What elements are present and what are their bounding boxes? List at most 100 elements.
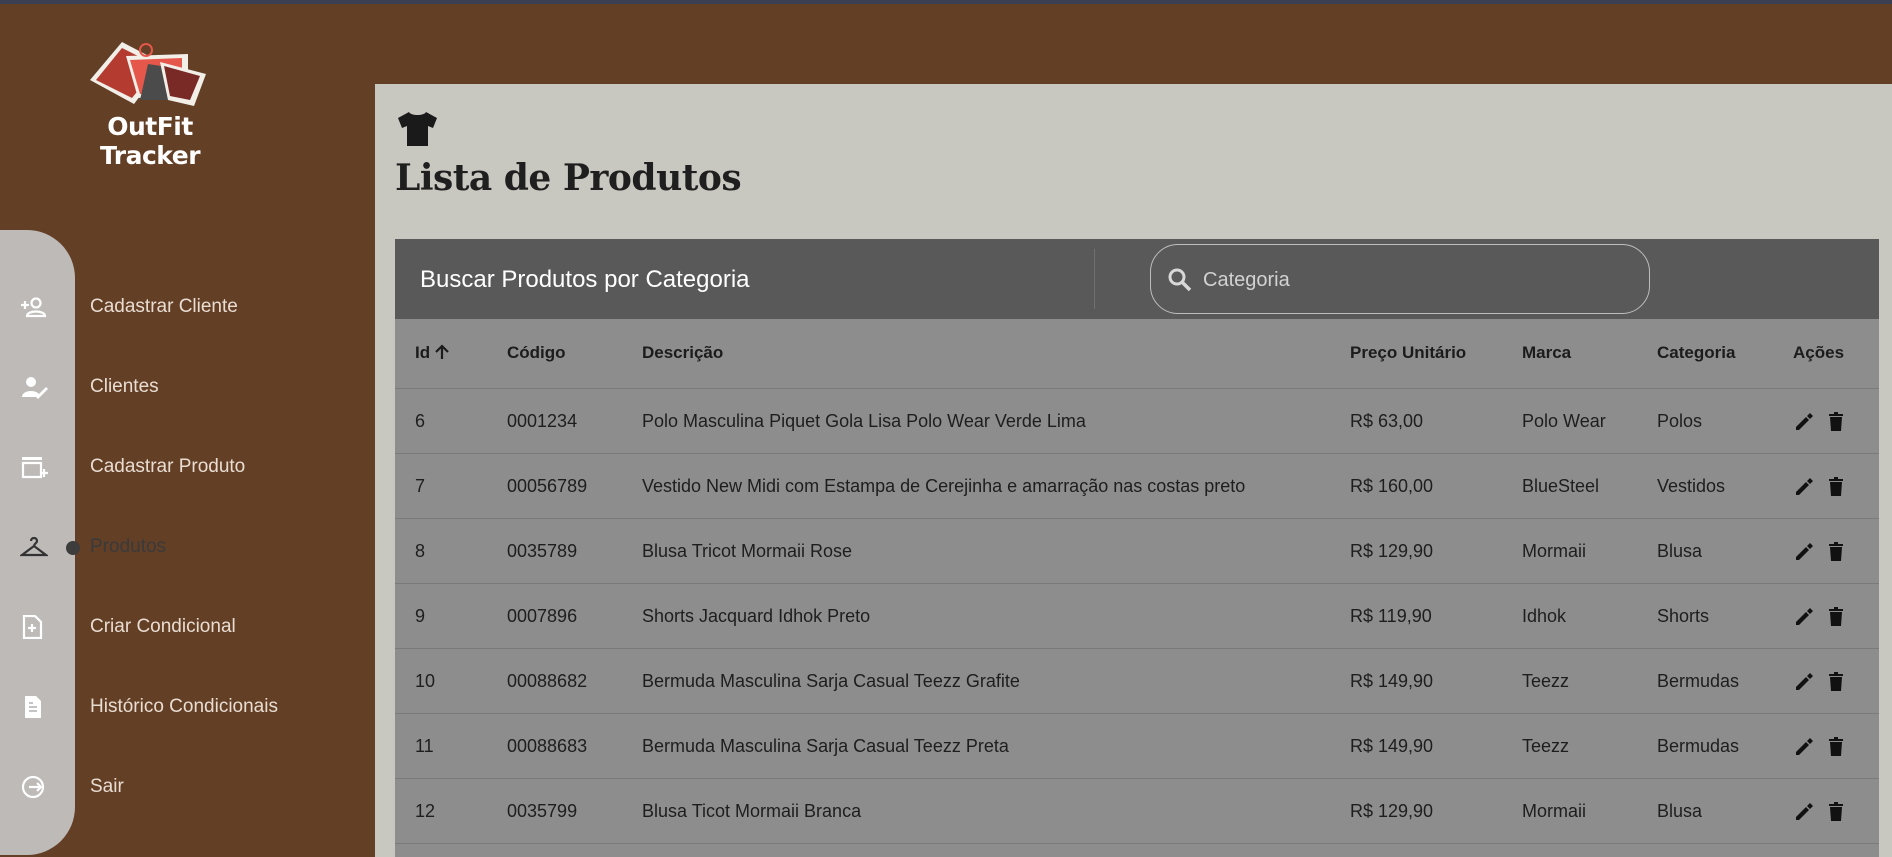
- table-row[interactable]: 11 00088683 Bermuda Masculina Sarja Casual…: [395, 714, 1879, 779]
- cell-codigo: 0007896: [507, 606, 578, 626]
- cell-id: 7: [415, 476, 426, 496]
- window-top-border: [0, 0, 1892, 4]
- page-title: Lista de Produtos: [395, 157, 742, 199]
- cell-descricao: Shorts Jacquard Idhok Preto: [642, 606, 871, 626]
- cell-codigo: 0001234: [507, 411, 578, 431]
- cell-categoria: Bermudas: [1657, 736, 1740, 756]
- column-header-categoria[interactable]: Categoria: [1657, 343, 1735, 363]
- cell-preco: R$ 149,90: [1350, 736, 1434, 756]
- edit-icon[interactable]: [1793, 736, 1815, 758]
- sidebar-item-produtos[interactable]: Produtos: [0, 522, 375, 572]
- sidebar-item-label: Cadastrar Produto: [90, 456, 246, 477]
- cell-id: 8: [415, 541, 426, 561]
- cell-descricao: Blusa Ticot Mormaii Branca: [642, 801, 862, 821]
- cell-id: 6: [415, 411, 426, 431]
- cell-descricao: Polo Masculina Piquet Gola Lisa Polo Wea…: [642, 411, 1086, 431]
- hanger-icon: [20, 536, 48, 557]
- toolbar-divider: [1094, 249, 1095, 309]
- table-row[interactable]: 8 0035789 Blusa Tricot Mormaii Rose R$ 129,…: [395, 519, 1879, 584]
- category-search-field[interactable]: [1150, 244, 1650, 314]
- app-name: OutFit Tracker: [99, 112, 201, 170]
- cell-codigo: 0035799: [507, 801, 578, 821]
- table-toolbar: Buscar Produtos por Categoria: [395, 239, 1879, 319]
- cell-marca: Idhok: [1522, 606, 1567, 626]
- cell-preco: R$ 149,90: [1350, 671, 1434, 691]
- table-row[interactable]: 9 0007896 Shorts Jacquard Idhok Preto R$ 11…: [395, 584, 1879, 649]
- delete-icon[interactable]: [1825, 671, 1847, 693]
- cell-codigo: 00088683: [507, 736, 588, 756]
- column-header-id[interactable]: Id: [415, 343, 451, 363]
- table-row[interactable]: 7 00056789 Vestido New Midi com Estampa de…: [395, 454, 1879, 519]
- column-header-marca[interactable]: Marca: [1522, 343, 1571, 363]
- column-header-label: Id: [415, 343, 431, 362]
- sort-arrow-up-icon[interactable]: [433, 343, 451, 361]
- cell-descricao: Blusa Tricot Mormaii Rose: [642, 541, 853, 561]
- table-row[interactable]: 10 00088682 Bermuda Masculina Sarja Casual…: [395, 649, 1879, 714]
- edit-icon[interactable]: [1793, 606, 1815, 628]
- edit-icon[interactable]: [1793, 411, 1815, 433]
- cell-id: 10: [415, 671, 436, 691]
- cell-categoria: Blusa: [1657, 541, 1703, 561]
- delete-icon[interactable]: [1825, 606, 1847, 628]
- cell-marca: Teezz: [1522, 671, 1570, 691]
- sidebar-item-criar-condicional[interactable]: Criar Condicional: [0, 602, 375, 652]
- person-add-icon: [21, 297, 47, 318]
- column-header-acoes: Ações: [1793, 343, 1845, 362]
- table-row[interactable]: 6 0001234 Polo Masculina Piquet Gola Lisa …: [395, 389, 1879, 454]
- column-header-descricao[interactable]: Descrição: [642, 343, 723, 363]
- column-header-preco[interactable]: Preço Unitário: [1350, 343, 1466, 363]
- app-logo[interactable]: OutFit Tracker: [60, 34, 240, 170]
- sidebar-item-sair[interactable]: Sair: [0, 762, 375, 812]
- logo-icon: [90, 42, 206, 106]
- delete-icon[interactable]: [1825, 541, 1847, 563]
- delete-icon[interactable]: [1825, 476, 1847, 498]
- sidebar-item-label: Sair: [90, 776, 124, 797]
- top-header: [375, 4, 1892, 84]
- sidebar: OutFit Tracker Cadastrar Cliente Cliente…: [0, 4, 375, 857]
- cell-codigo: 0035789: [507, 541, 578, 561]
- sidebar-item-label: Criar Condicional: [90, 616, 236, 637]
- delete-icon[interactable]: [1825, 801, 1847, 823]
- edit-icon[interactable]: [1793, 476, 1815, 498]
- cell-marca: Mormaii: [1522, 801, 1587, 821]
- table-header: Id Código Descrição Preço Unitário Marca…: [395, 319, 1879, 389]
- cell-descricao: Bermuda Masculina Sarja Casual Teezz Gra…: [642, 671, 1020, 691]
- sidebar-item-label: Cadastrar Cliente: [90, 296, 238, 317]
- active-indicator: [66, 541, 80, 555]
- cell-marca: Polo Wear: [1522, 411, 1606, 431]
- edit-icon[interactable]: [1793, 541, 1815, 563]
- sidebar-item-label: Clientes: [90, 376, 159, 397]
- cell-marca: Teezz: [1522, 736, 1570, 756]
- person-edit-icon: [22, 377, 48, 399]
- cell-descricao: Bermuda Masculina Sarja Casual Teezz Pre…: [642, 736, 1009, 756]
- sidebar-item-label: Produtos: [90, 536, 167, 557]
- edit-icon[interactable]: [1793, 801, 1815, 823]
- cell-marca: BlueSteel: [1522, 476, 1600, 496]
- history-doc-icon: [25, 696, 41, 718]
- sidebar-item-label: Histórico Condicionais: [90, 696, 278, 717]
- cell-preco: R$ 129,90: [1350, 541, 1434, 561]
- cell-marca: Mormaii: [1522, 541, 1587, 561]
- delete-icon[interactable]: [1825, 736, 1847, 758]
- cell-preco: R$ 63,00: [1350, 411, 1424, 431]
- cell-id: 11: [415, 736, 434, 756]
- store-add-icon: [21, 457, 48, 479]
- column-header-codigo[interactable]: Código: [507, 343, 566, 363]
- cell-codigo: 00056789: [507, 476, 588, 496]
- category-search-input[interactable]: [1203, 265, 1623, 295]
- note-add-icon: [22, 615, 43, 639]
- sidebar-item-historico-condicionais[interactable]: Histórico Condicionais: [0, 682, 375, 732]
- delete-icon[interactable]: [1825, 411, 1847, 433]
- cell-id: 12: [415, 801, 436, 821]
- cell-categoria: Polos: [1657, 411, 1703, 431]
- logout-icon: [21, 775, 45, 799]
- sidebar-item-cadastrar-produto[interactable]: Cadastrar Produto: [0, 442, 375, 492]
- edit-icon[interactable]: [1793, 671, 1815, 693]
- sidebar-item-clientes[interactable]: Clientes: [0, 362, 375, 412]
- cell-preco: R$ 129,90: [1350, 801, 1434, 821]
- table-row[interactable]: 12 0035799 Blusa Ticot Mormaii Branca R$ 12…: [395, 779, 1879, 844]
- cell-preco: R$ 119,90: [1350, 606, 1432, 626]
- cell-categoria: Vestidos: [1657, 476, 1726, 496]
- sidebar-item-cadastrar-cliente[interactable]: Cadastrar Cliente: [0, 282, 375, 332]
- cell-categoria: Blusa: [1657, 801, 1703, 821]
